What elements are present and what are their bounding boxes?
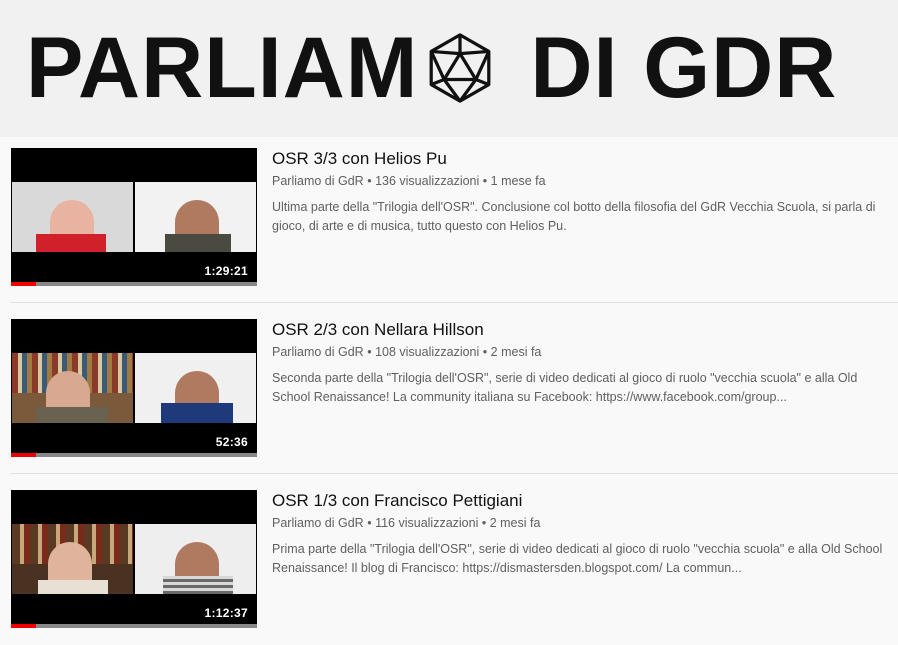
video-duration: 1:12:37	[201, 605, 251, 621]
video-item[interactable]: 1:29:21 OSR 3/3 con Helios Pu Parliamo d…	[10, 137, 898, 303]
divider	[10, 302, 898, 303]
video-item[interactable]: 1:12:37 OSR 1/3 con Francisco Pettigiani…	[10, 479, 898, 645]
video-title[interactable]: OSR 3/3 con Helios Pu	[272, 149, 447, 169]
video-description: Prima parte della "Trilogia dell'OSR", s…	[272, 542, 883, 575]
video-description: Ultima parte della "Trilogia dell'OSR". …	[272, 200, 876, 233]
d20-icon	[429, 33, 491, 103]
video-duration: 1:29:21	[201, 263, 251, 279]
video-thumbnail[interactable]: 52:36	[11, 319, 257, 457]
watch-progress-track	[11, 624, 257, 628]
thumbnail-frame-left	[12, 353, 133, 423]
upload-age: 2 mesi fa	[489, 516, 541, 530]
logo-text-left: PARLIAM	[26, 20, 419, 116]
watch-progress-bar	[11, 624, 36, 628]
video-thumbnail[interactable]: 1:12:37	[11, 490, 257, 628]
channel-banner: PARLIAM DI GDR	[0, 0, 898, 137]
channel-name[interactable]: Parliamo di GdR	[272, 516, 364, 530]
video-thumbnail[interactable]: 1:29:21	[11, 148, 257, 286]
divider	[10, 473, 898, 474]
video-meta: Parliamo di GdR • 116 visualizzazioni • …	[272, 516, 541, 530]
channel-logo: PARLIAM DI GDR	[26, 25, 837, 111]
thumbnail-frame-right	[135, 182, 256, 252]
video-title[interactable]: OSR 2/3 con Nellara Hillson	[272, 320, 484, 340]
video-item[interactable]: 52:36 OSR 2/3 con Nellara Hillson Parlia…	[10, 308, 898, 474]
logo-text-right: DI GDR	[530, 20, 838, 116]
video-meta: Parliamo di GdR • 136 visualizzazioni • …	[272, 174, 546, 188]
watch-progress-track	[11, 453, 257, 457]
thumbnail-frame-left	[12, 524, 133, 594]
watch-progress-bar	[11, 282, 36, 286]
video-meta: Parliamo di GdR • 108 visualizzazioni • …	[272, 345, 542, 359]
thumbnail-frame-left	[12, 182, 133, 252]
watch-progress-bar	[11, 453, 36, 457]
video-list: 1:29:21 OSR 3/3 con Helios Pu Parliamo d…	[0, 137, 898, 638]
view-count: 116 visualizzazioni	[375, 516, 479, 530]
video-duration: 52:36	[212, 434, 251, 450]
thumbnail-frame-right	[135, 353, 256, 423]
view-count: 136 visualizzazioni	[375, 174, 480, 188]
channel-name[interactable]: Parliamo di GdR	[272, 345, 364, 359]
view-count: 108 visualizzazioni	[375, 345, 480, 359]
video-title[interactable]: OSR 1/3 con Francisco Pettigiani	[272, 491, 522, 511]
channel-name[interactable]: Parliamo di GdR	[272, 174, 364, 188]
watch-progress-track	[11, 282, 257, 286]
video-description: Seconda parte della "Trilogia dell'OSR",…	[272, 371, 858, 404]
upload-age: 2 mesi fa	[490, 345, 542, 359]
upload-age: 1 mese fa	[490, 174, 546, 188]
thumbnail-frame-right	[135, 524, 256, 594]
